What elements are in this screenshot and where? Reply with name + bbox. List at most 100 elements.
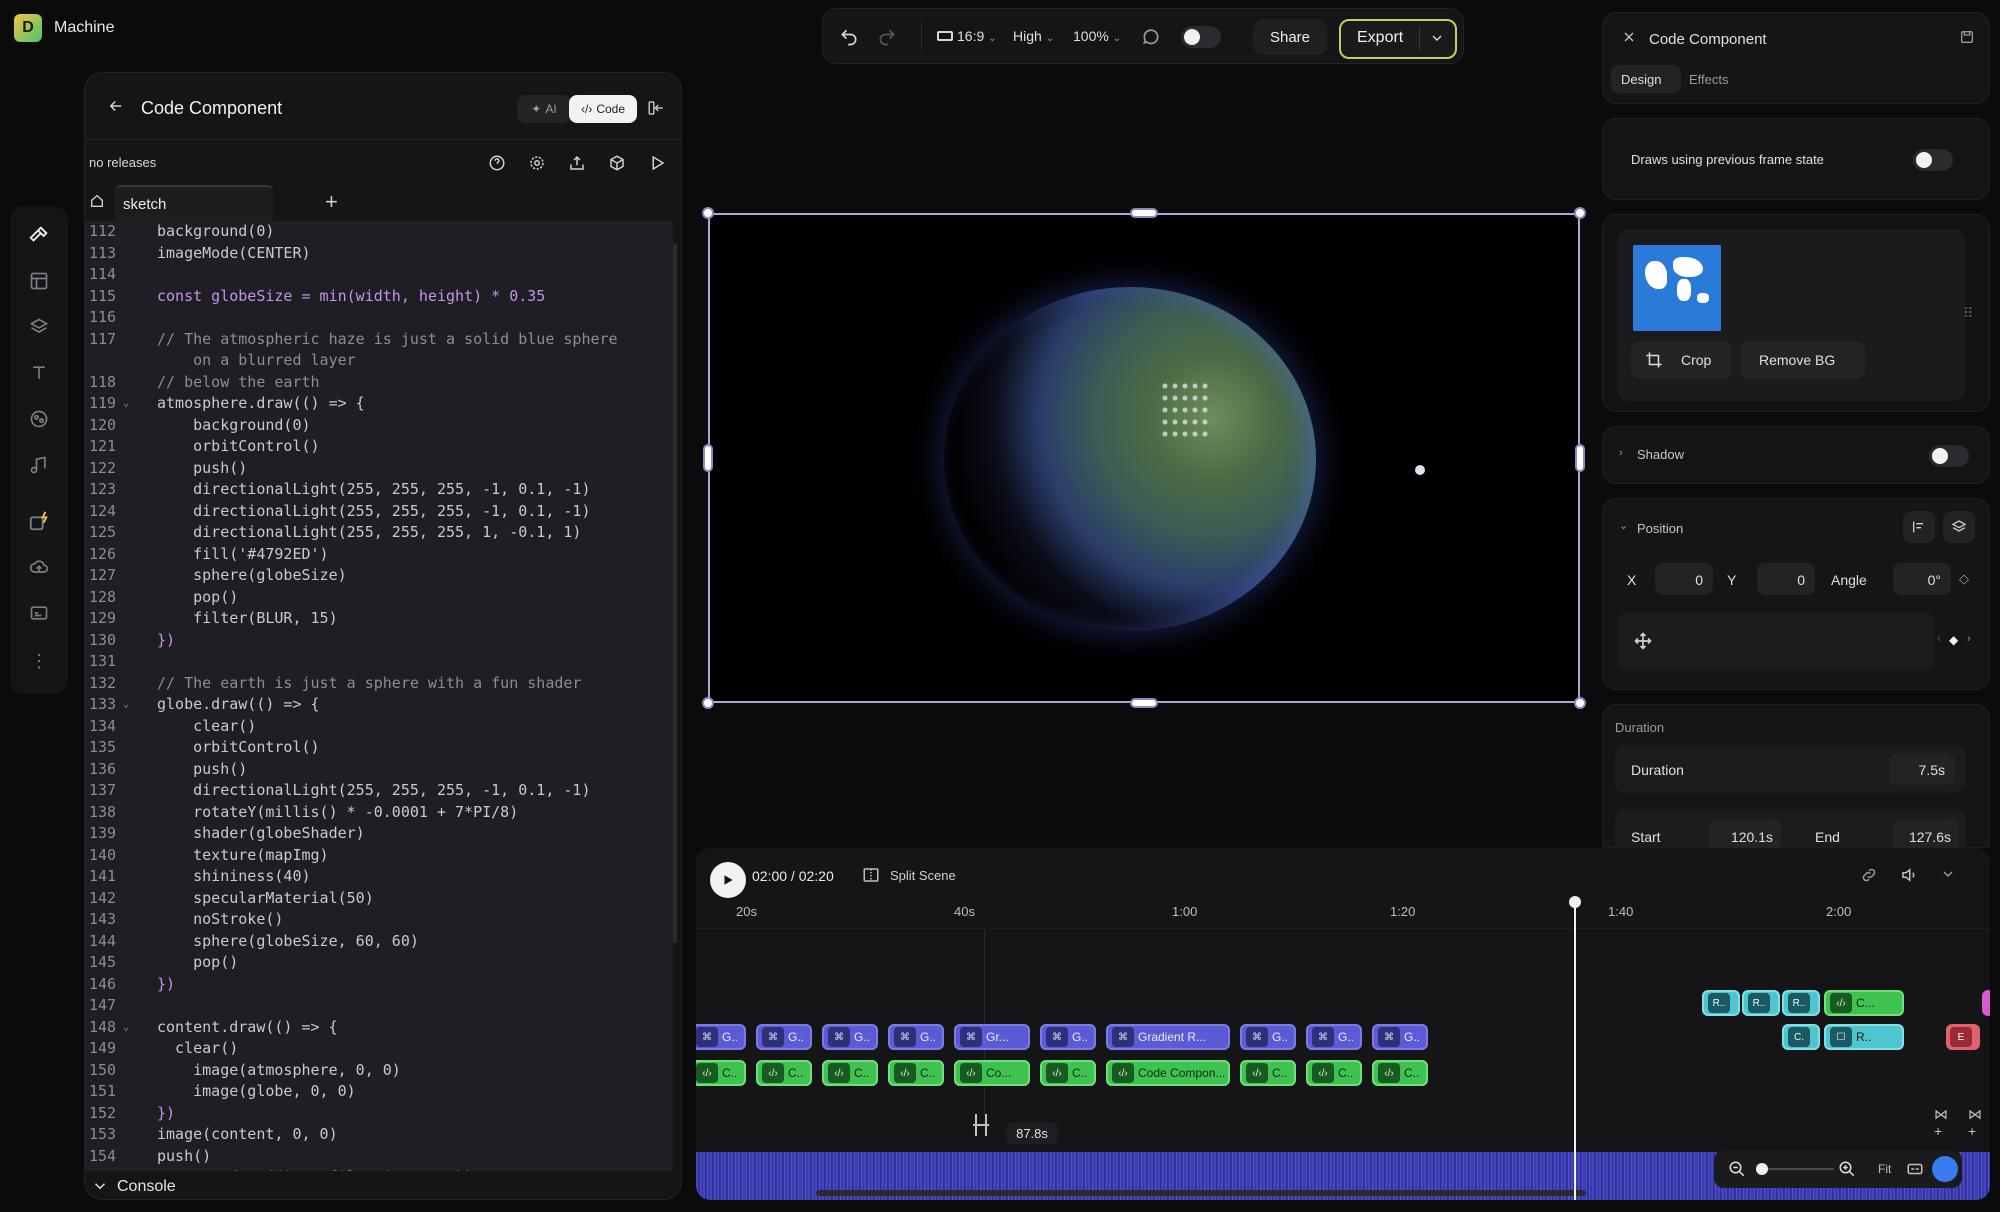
ai-mode-toggle[interactable]: ✦ AI bbox=[517, 95, 571, 123]
keyframe-diamond-icon[interactable]: ◆ bbox=[1949, 633, 1958, 647]
timeline-clip[interactable]: ⌘ G.. bbox=[1240, 1024, 1296, 1050]
resize-handle-br[interactable] bbox=[1574, 697, 1586, 709]
timeline-scrollbar[interactable] bbox=[816, 1190, 1586, 1196]
chat-bubble-icon[interactable] bbox=[1932, 1156, 1958, 1182]
collapse-panel-icon[interactable] bbox=[647, 99, 665, 117]
chevron-down-icon[interactable] bbox=[1940, 866, 1956, 882]
timeline-clip[interactable]: ‹/› C.. bbox=[822, 1060, 878, 1086]
playhead-knob[interactable] bbox=[1569, 896, 1581, 908]
generate-icon[interactable] bbox=[24, 506, 54, 536]
map-thumbnail[interactable] bbox=[1633, 245, 1721, 331]
tab-sketch[interactable]: sketch bbox=[115, 185, 273, 221]
resize-handle-bottom[interactable] bbox=[1130, 698, 1158, 708]
music-icon[interactable] bbox=[24, 450, 54, 480]
timeline-clip[interactable]: ‹/› C.. bbox=[696, 1060, 746, 1086]
aspect-ratio-select[interactable]: 16:9 ⌄ bbox=[937, 28, 997, 44]
trim-handle-icon[interactable] bbox=[972, 1112, 990, 1138]
playhead[interactable] bbox=[1574, 900, 1576, 1200]
keyframe-diamond-icon[interactable]: ◇ bbox=[1959, 571, 1969, 587]
timeline-clip[interactable]: ‹/› C.. bbox=[1372, 1060, 1428, 1086]
split-scene-button[interactable]: Split Scene bbox=[890, 868, 956, 883]
releases-status[interactable]: no releases bbox=[89, 155, 156, 170]
anchor-point[interactable] bbox=[1415, 465, 1425, 475]
timeline-clip[interactable]: ‹/› C... bbox=[1824, 990, 1904, 1016]
add-tab-button[interactable]: + bbox=[325, 189, 338, 215]
layout-icon[interactable] bbox=[24, 266, 54, 296]
undo-icon[interactable] bbox=[839, 27, 859, 47]
app-logo[interactable]: D bbox=[14, 14, 42, 42]
play-button[interactable] bbox=[710, 862, 746, 898]
position-pad[interactable] bbox=[1617, 613, 1935, 671]
back-arrow-icon[interactable] bbox=[107, 97, 125, 115]
prev-keyframe-icon[interactable]: ‹ bbox=[1937, 633, 1941, 645]
zoom-select[interactable]: 100% ⌄ bbox=[1073, 28, 1121, 44]
add-track-icon[interactable]: ⋈ + bbox=[1968, 1106, 1982, 1139]
help-icon[interactable] bbox=[485, 151, 509, 175]
share-out-icon[interactable] bbox=[565, 151, 589, 175]
code-scrollbar[interactable] bbox=[673, 243, 677, 943]
layer-order-icon[interactable] bbox=[1943, 511, 1975, 543]
close-icon[interactable] bbox=[1621, 29, 1637, 45]
timeline-clip[interactable]: ‹/› C.. bbox=[756, 1060, 812, 1086]
split-scene-icon[interactable] bbox=[862, 866, 880, 884]
fold-chevron-icon[interactable]: ⌄ bbox=[123, 694, 129, 716]
fold-chevron-icon[interactable]: ⌄ bbox=[123, 393, 129, 415]
timeline-clip[interactable]: ‹/› Co... bbox=[954, 1060, 1030, 1086]
tab-effects[interactable]: Effects bbox=[1689, 72, 1729, 87]
zoom-slider-knob[interactable] bbox=[1756, 1163, 1768, 1175]
timeline-clip[interactable]: ‹/› Code Compon... bbox=[1106, 1060, 1230, 1086]
captions-icon[interactable] bbox=[1906, 1160, 1924, 1178]
redo-icon[interactable] bbox=[877, 27, 897, 47]
more-icon[interactable]: ⋮ bbox=[24, 646, 54, 676]
timeline-clip[interactable]: ⌘ G.. bbox=[756, 1024, 812, 1050]
timeline-clip[interactable]: ⌘ G.. bbox=[1372, 1024, 1428, 1050]
share-button[interactable]: Share bbox=[1253, 19, 1327, 55]
timeline-clip[interactable]: ⌘ Gr... bbox=[954, 1024, 1030, 1050]
comment-icon[interactable] bbox=[1141, 27, 1161, 47]
export-button[interactable]: Export bbox=[1339, 19, 1457, 59]
package-icon[interactable] bbox=[605, 151, 629, 175]
add-track-icon[interactable]: ⋈ + bbox=[1934, 1106, 1948, 1139]
resize-handle-tl[interactable] bbox=[702, 207, 714, 219]
zoom-slider-track[interactable] bbox=[1758, 1168, 1834, 1170]
link-icon[interactable] bbox=[1860, 866, 1878, 884]
draws-prev-toggle[interactable] bbox=[1913, 149, 1953, 171]
timeline-clip[interactable]: ⌘ G.. bbox=[1040, 1024, 1096, 1050]
zoom-in-icon[interactable] bbox=[1838, 1160, 1856, 1178]
layers-icon[interactable] bbox=[24, 312, 54, 342]
resize-handle-right[interactable] bbox=[1575, 444, 1585, 472]
timeline-clip[interactable]: ‹/› C.. bbox=[1240, 1060, 1296, 1086]
fold-chevron-icon[interactable]: ⌄ bbox=[123, 1017, 129, 1039]
timeline-clip[interactable]: ⌘ G.. bbox=[696, 1024, 746, 1050]
drag-handle-icon[interactable]: ⠿ bbox=[1963, 305, 1973, 322]
resize-handle-left[interactable] bbox=[703, 444, 713, 472]
chevron-down-icon[interactable]: ⌄ bbox=[1619, 519, 1628, 532]
timeline-clip[interactable]: E bbox=[1946, 1024, 1980, 1050]
code-mode-toggle[interactable]: ‹/› Code bbox=[569, 95, 637, 123]
hammer-icon[interactable] bbox=[24, 220, 54, 250]
timeline-clip[interactable]: R.. bbox=[1782, 990, 1820, 1016]
align-icon[interactable] bbox=[1903, 511, 1935, 543]
timeline-clip[interactable]: ‹/› C.. bbox=[888, 1060, 944, 1086]
text-icon[interactable] bbox=[24, 358, 54, 388]
timeline-clip[interactable]: C. bbox=[1782, 1024, 1820, 1050]
captions-icon[interactable] bbox=[24, 598, 54, 628]
house-tab-icon[interactable] bbox=[89, 193, 105, 209]
run-play-icon[interactable] bbox=[645, 151, 669, 175]
timeline-clip[interactable]: R.. bbox=[1742, 990, 1780, 1016]
resize-handle-tr[interactable] bbox=[1574, 207, 1586, 219]
zoom-out-icon[interactable] bbox=[1728, 1160, 1746, 1178]
quality-select[interactable]: High ⌄ bbox=[1013, 28, 1054, 44]
save-icon[interactable] bbox=[1959, 29, 1975, 45]
timeline-clip[interactable]: ‹/› C.. bbox=[1040, 1060, 1096, 1086]
shadow-toggle[interactable] bbox=[1929, 445, 1969, 467]
resize-handle-bl[interactable] bbox=[702, 697, 714, 709]
shadow-label[interactable]: Shadow bbox=[1637, 447, 1684, 462]
timeline-clip-selected[interactable]: ☐ R.. bbox=[1824, 1024, 1904, 1050]
move-arrows-icon[interactable] bbox=[1633, 631, 1653, 651]
chevron-right-icon[interactable]: › bbox=[1619, 447, 1623, 459]
fit-button[interactable]: Fit bbox=[1878, 1162, 1891, 1176]
chevron-down-icon[interactable] bbox=[1429, 30, 1445, 46]
settings-gear-icon[interactable] bbox=[525, 151, 549, 175]
timeline-clip[interactable]: ⌘ Gradient R... bbox=[1106, 1024, 1230, 1050]
